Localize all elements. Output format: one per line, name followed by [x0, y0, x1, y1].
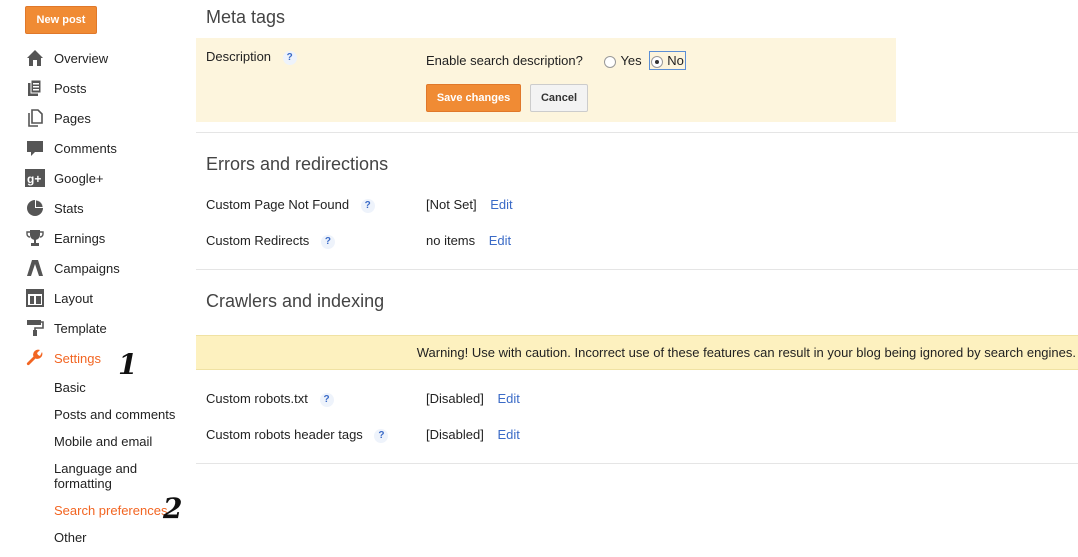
radio-yes-option[interactable]: Yes [604, 53, 645, 68]
warning-banner: Warning! Use with caution. Incorrect use… [196, 335, 1078, 370]
sidebar-nav: Overview Posts Pages Comments g+ Google+ [0, 43, 196, 373]
help-icon[interactable]: ? [282, 50, 297, 65]
annotation-number-1: 1 [118, 348, 138, 381]
radio-no[interactable] [651, 55, 664, 68]
custom-redirects-row: Custom Redirects ? [206, 233, 335, 249]
custom-robots-txt-value: [Disabled] Edit [426, 391, 520, 406]
submenu-item-posts-and-comments[interactable]: Posts and comments [54, 407, 175, 422]
new-post-button[interactable]: New post [25, 6, 97, 34]
row-value: [Disabled] [426, 391, 484, 406]
layout-icon [25, 288, 45, 308]
help-icon[interactable]: ? [374, 428, 389, 443]
submenu-item-language-and-formatting[interactable]: Language and formatting [54, 461, 154, 491]
custom-robots-txt-row: Custom robots.txt ? [206, 391, 334, 407]
sidebar-item-label: Template [54, 320, 107, 336]
custom-robots-header-tags-row: Custom robots header tags ? [206, 427, 389, 443]
sidebar-item-overview[interactable]: Overview [0, 43, 196, 73]
sidebar-item-template[interactable]: Template [0, 313, 196, 343]
sidebar-item-label: Google+ [54, 170, 104, 186]
row-label: Custom Redirects [206, 233, 310, 248]
help-icon[interactable]: ? [319, 392, 334, 407]
campaigns-icon [25, 258, 45, 278]
search-description-question: Enable search description? [426, 53, 583, 68]
radio-no-label: No [667, 53, 684, 68]
custom-page-not-found-row: Custom Page Not Found ? [206, 197, 375, 213]
row-value: no items [426, 233, 476, 248]
sidebar-item-label: Layout [54, 290, 94, 306]
home-icon [25, 48, 45, 68]
sidebar-item-settings[interactable]: Settings [0, 343, 196, 373]
wrench-icon [25, 348, 45, 368]
radio-yes-label: Yes [620, 53, 642, 68]
errors-redirections-heading: Errors and redirections [206, 154, 389, 174]
section-divider [196, 132, 1078, 133]
section-divider [196, 269, 1078, 270]
sidebar-item-label: Stats [54, 200, 84, 216]
search-description-setting: Enable search description? Yes No [426, 51, 686, 70]
edit-link[interactable]: Edit [497, 391, 519, 406]
row-label: Custom robots header tags [206, 427, 363, 442]
edit-link[interactable]: Edit [489, 233, 511, 248]
row-label: Custom robots.txt [206, 391, 308, 406]
meta-tags-panel: Description ? Enable search description?… [196, 38, 896, 122]
sidebar-item-label: Earnings [54, 230, 106, 246]
custom-page-not-found-value: [Not Set] Edit [426, 197, 513, 212]
crawlers-indexing-heading: Crawlers and indexing [206, 291, 385, 311]
description-row-label: Description ? [206, 49, 297, 65]
submenu-item-other[interactable]: Other [54, 530, 87, 545]
help-icon[interactable]: ? [320, 234, 335, 249]
paint-roller-icon [25, 318, 45, 338]
sidebar-item-label: Settings [54, 350, 101, 366]
edit-link[interactable]: Edit [497, 427, 519, 442]
description-label: Description [206, 49, 272, 64]
sidebar-item-label: Comments [54, 140, 117, 156]
sidebar-item-label: Overview [54, 50, 109, 66]
pie-chart-icon [25, 198, 45, 218]
custom-robots-header-tags-value: [Disabled] Edit [426, 427, 520, 442]
radio-yes[interactable] [604, 55, 617, 68]
sidebar-item-stats[interactable]: Stats [0, 193, 196, 223]
google-plus-icon: g+ [25, 168, 45, 188]
cancel-button[interactable]: Cancel [530, 84, 588, 112]
submenu-item-search-preferences[interactable]: Search preferences [54, 503, 167, 518]
trophy-icon [25, 228, 45, 248]
main-content: Meta tags Description ? Enable search de… [196, 0, 1078, 557]
sidebar-item-label: Posts [54, 80, 87, 96]
save-changes-button[interactable]: Save changes [426, 84, 521, 112]
sidebar-item-earnings[interactable]: Earnings [0, 223, 196, 253]
row-value: [Disabled] [426, 427, 484, 442]
sidebar-item-layout[interactable]: Layout [0, 283, 196, 313]
sidebar-item-label: Pages [54, 110, 91, 126]
posts-icon [25, 78, 45, 98]
sidebar-item-comments[interactable]: Comments [0, 133, 196, 163]
sidebar-item-posts[interactable]: Posts [0, 73, 196, 103]
sidebar-item-label: Campaigns [54, 260, 120, 276]
row-label: Custom Page Not Found [206, 197, 350, 212]
sidebar-item-google-plus[interactable]: g+ Google+ [0, 163, 196, 193]
section-divider [196, 463, 1078, 464]
sidebar-item-campaigns[interactable]: Campaigns [0, 253, 196, 283]
submenu-item-mobile-and-email[interactable]: Mobile and email [54, 434, 152, 449]
custom-redirects-value: no items Edit [426, 233, 511, 248]
sidebar: New post Overview Posts Pages Comments g… [0, 0, 196, 557]
sidebar-item-pages[interactable]: Pages [0, 103, 196, 133]
warning-text: Warning! Use with caution. Incorrect use… [416, 345, 1076, 360]
row-value: [Not Set] [426, 197, 477, 212]
submenu-item-basic[interactable]: Basic [54, 380, 86, 395]
meta-tags-heading: Meta tags [206, 7, 286, 27]
radio-no-option[interactable]: No [649, 51, 686, 70]
svg-text:g+: g+ [27, 172, 41, 186]
annotation-number-2: 2 [163, 492, 183, 525]
help-icon[interactable]: ? [360, 198, 375, 213]
pages-icon [25, 108, 45, 128]
edit-link[interactable]: Edit [490, 197, 512, 212]
comment-icon [25, 138, 45, 158]
